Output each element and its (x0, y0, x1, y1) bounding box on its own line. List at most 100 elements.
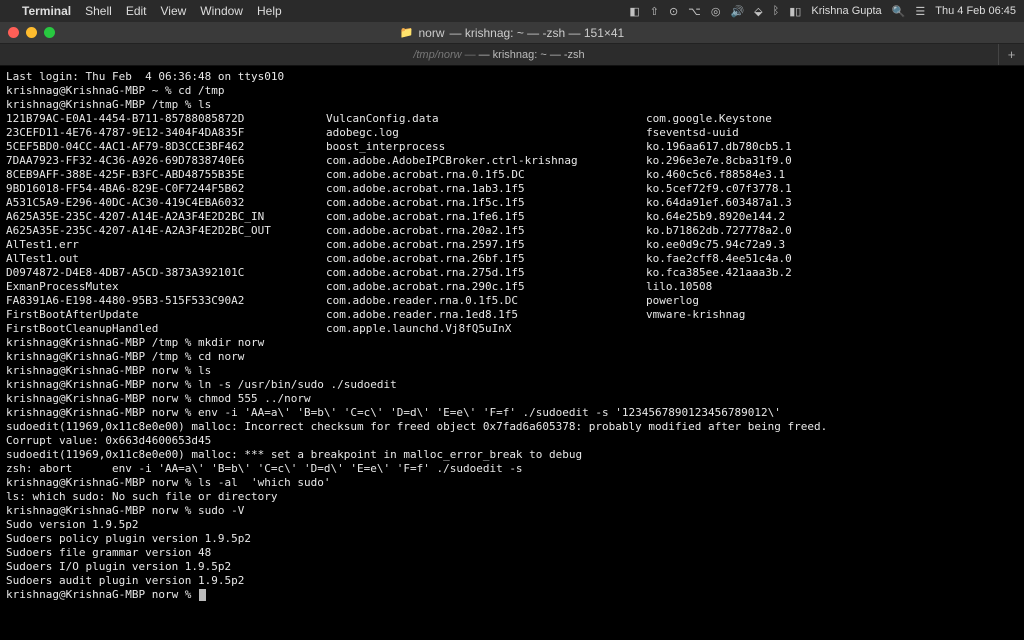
ls-entry: A625A35E-235C-4207-A14E-A2A3F4E2D2BC_OUT (6, 224, 326, 238)
menubar-view[interactable]: View (161, 4, 187, 18)
bluetooth-icon[interactable]: ᛒ (773, 5, 780, 17)
ls-entry: com.adobe.acrobat.rna.1fe6.1f5 (326, 210, 646, 224)
menubar-app-name[interactable]: Terminal (22, 4, 71, 18)
close-button[interactable] (8, 27, 19, 38)
tab-path: /tmp/norw (413, 49, 461, 61)
ls-entry: ko.fca385ee.421aaa3b.2 (646, 266, 1018, 280)
menubar-clock[interactable]: Thu 4 Feb 06:45 (935, 5, 1016, 17)
ls-entry: com.adobe.acrobat.rna.0.1f5.DC (326, 168, 646, 182)
ls-entry: AlTest1.out (6, 252, 326, 266)
ls-entry: com.adobe.acrobat.rna.20a2.1f5 (326, 224, 646, 238)
ls-listing: 121B79AC-E0A1-4454-B711-85788085872D23CE… (6, 112, 1018, 336)
line: Sudoers file grammar version 48 (6, 546, 1018, 560)
ls-entry: AlTest1.err (6, 238, 326, 252)
line: ls: which sudo: No such file or director… (6, 490, 1018, 504)
new-tab-button[interactable]: + (998, 44, 1024, 65)
prompt-line: krishnag@KrishnaG-MBP norw % (6, 588, 1018, 602)
line: krishnag@KrishnaG-MBP /tmp % cd norw (6, 350, 1018, 364)
cursor-icon (199, 589, 206, 601)
ls-entry: com.google.Keystone (646, 112, 1018, 126)
line: krishnag@KrishnaG-MBP ~ % cd /tmp (6, 84, 1018, 98)
ls-entry: com.adobe.acrobat.rna.275d.1f5 (326, 266, 646, 280)
controlcenter-icon[interactable]: ☰ (915, 5, 925, 18)
ls-entry: com.adobe.acrobat.rna.1ab3.1f5 (326, 182, 646, 196)
ls-entry: lilo.10508 (646, 280, 1018, 294)
zoom-button[interactable] (44, 27, 55, 38)
menubar-edit[interactable]: Edit (126, 4, 147, 18)
line: krishnag@KrishnaG-MBP /tmp % mkdir norw (6, 336, 1018, 350)
ls-entry: ko.196aa617.db780cb5.1 (646, 140, 1018, 154)
ls-entry: adobegc.log (326, 126, 646, 140)
ls-entry (646, 322, 1018, 336)
tab-bar: /tmp/norw — — krishnag: ~ — -zsh + (0, 44, 1024, 66)
ls-entry: powerlog (646, 294, 1018, 308)
ls-entry: com.adobe.acrobat.rna.1f5c.1f5 (326, 196, 646, 210)
status-icon[interactable]: ◧ (629, 5, 639, 18)
menubar-window[interactable]: Window (200, 4, 243, 18)
window-titlebar: 📁 norw — krishnag: ~ — -zsh — 151×41 (0, 22, 1024, 44)
ls-entry: ko.b71862db.727778a2.0 (646, 224, 1018, 238)
ls-entry: ko.ee0d9c75.94c72a9.3 (646, 238, 1018, 252)
folder-icon: 📁 (400, 26, 414, 39)
ls-entry: com.adobe.acrobat.rna.2597.1f5 (326, 238, 646, 252)
window-title-folder: norw (418, 26, 444, 40)
line: Corrupt value: 0x663d4600653d45 (6, 434, 1018, 448)
window-title: 📁 norw — krishnag: ~ — -zsh — 151×41 (0, 26, 1024, 40)
line: krishnag@KrishnaG-MBP norw % chmod 555 .… (6, 392, 1018, 406)
ls-entry: ko.fae2cff8.4ee51c4a.0 (646, 252, 1018, 266)
minimize-button[interactable] (26, 27, 37, 38)
ls-entry: fseventsd-uuid (646, 126, 1018, 140)
battery-icon[interactable]: ▮▯ (789, 5, 801, 18)
wifi-icon[interactable]: ⬙ (754, 5, 762, 18)
ls-entry: com.adobe.reader.rna.1ed8.1f5 (326, 308, 646, 322)
ls-entry: ko.5cef72f9.c07f3778.1 (646, 182, 1018, 196)
line: sudoedit(11969,0x11c8e0e00) malloc: *** … (6, 448, 1018, 462)
ls-entry: com.adobe.acrobat.rna.290c.1f5 (326, 280, 646, 294)
status-icon[interactable]: ⇧ (650, 5, 659, 18)
line: Last login: Thu Feb 4 06:36:48 on ttys01… (6, 70, 1018, 84)
ls-entry: com.adobe.acrobat.rna.26bf.1f5 (326, 252, 646, 266)
ls-entry: com.apple.launchd.Vj8fQ5uInX (326, 322, 646, 336)
ls-entry: 5CEF5BD0-04CC-4AC1-AF79-8D3CCE3BF462 (6, 140, 326, 154)
menubar-user[interactable]: Krishna Gupta (811, 5, 881, 17)
search-icon[interactable]: 🔍 (892, 5, 906, 18)
status-icon[interactable]: ⊙ (669, 5, 678, 18)
line: krishnag@KrishnaG-MBP norw % ls -al 'whi… (6, 476, 1018, 490)
terminal-tab[interactable]: /tmp/norw — — krishnag: ~ — -zsh (0, 44, 998, 65)
ls-entry: 9BD16018-FF54-4BA6-829E-C0F7244F5B62 (6, 182, 326, 196)
menubar-left: Terminal Shell Edit View Window Help (8, 4, 282, 18)
ls-entry: com.adobe.AdobeIPCBroker.ctrl-krishnag (326, 154, 646, 168)
volume-icon[interactable]: 🔊 (730, 5, 744, 18)
ls-entry: FirstBootAfterUpdate (6, 308, 326, 322)
macos-menubar: Terminal Shell Edit View Window Help ◧ ⇧… (0, 0, 1024, 22)
terminal-output[interactable]: Last login: Thu Feb 4 06:36:48 on ttys01… (0, 66, 1024, 640)
line: krishnag@KrishnaG-MBP norw % sudo -V (6, 504, 1018, 518)
menubar-right: ◧ ⇧ ⊙ ⌥ ◎ 🔊 ⬙ ᛒ ▮▯ Krishna Gupta 🔍 ☰ Thu… (629, 5, 1016, 18)
status-icon[interactable]: ◎ (711, 5, 721, 18)
ls-entry: A531C5A9-E296-40DC-AC30-419C4EBA6032 (6, 196, 326, 210)
ls-entry: 8CEB9AFF-388E-425F-B3FC-ABD48755B35E (6, 168, 326, 182)
final-prompt: krishnag@KrishnaG-MBP norw % (6, 588, 198, 601)
line: Sudoers audit plugin version 1.9.5p2 (6, 574, 1018, 588)
window-title-rest: — krishnag: ~ — -zsh — 151×41 (449, 26, 624, 40)
ls-entry: ko.64da91ef.603487a1.3 (646, 196, 1018, 210)
menubar-shell[interactable]: Shell (85, 4, 112, 18)
line: Sudo version 1.9.5p2 (6, 518, 1018, 532)
ls-entry: ko.64e25b9.8920e144.2 (646, 210, 1018, 224)
status-icon[interactable]: ⌥ (688, 5, 701, 18)
tab-rest: — krishnag: ~ — -zsh (479, 49, 585, 61)
ls-entry: ExmanProcessMutex (6, 280, 326, 294)
ls-entry: VulcanConfig.data (326, 112, 646, 126)
line: krishnag@KrishnaG-MBP norw % ln -s /usr/… (6, 378, 1018, 392)
line: Sudoers policy plugin version 1.9.5p2 (6, 532, 1018, 546)
ls-entry: ko.460c5c6.f88584e3.1 (646, 168, 1018, 182)
menubar-help[interactable]: Help (257, 4, 282, 18)
ls-entry: 23CEFD11-4E76-4787-9E12-3404F4DA835F (6, 126, 326, 140)
ls-entry: boost_interprocess (326, 140, 646, 154)
ls-entry: FA8391A6-E198-4480-95B3-515F533C90A2 (6, 294, 326, 308)
ls-entry: D0974872-D4E8-4DB7-A5CD-3873A392101C (6, 266, 326, 280)
ls-entry: 121B79AC-E0A1-4454-B711-85788085872D (6, 112, 326, 126)
ls-entry: com.adobe.reader.rna.0.1f5.DC (326, 294, 646, 308)
ls-entry: 7DAA7923-FF32-4C36-A926-69D7838740E6 (6, 154, 326, 168)
traffic-lights (8, 27, 55, 38)
